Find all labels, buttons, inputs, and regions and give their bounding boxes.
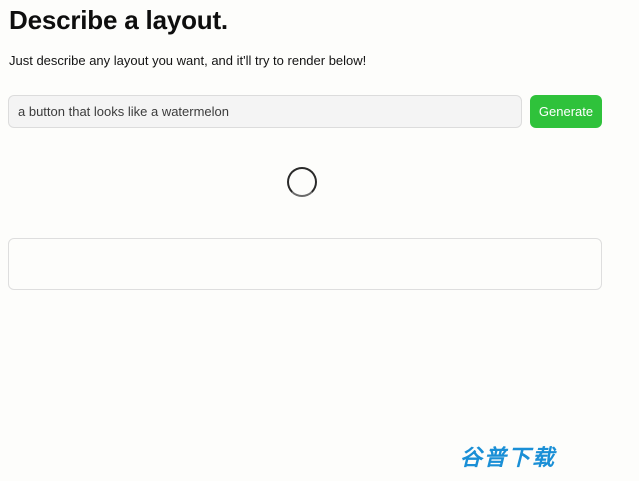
render-output-area	[8, 238, 602, 290]
loading-spinner-icon	[287, 167, 317, 197]
generate-button[interactable]: Generate	[530, 95, 602, 128]
layout-description-input[interactable]	[8, 95, 522, 128]
page-subtitle: Just describe any layout you want, and i…	[9, 53, 367, 68]
page-title: Describe a layout.	[9, 5, 228, 35]
watermark-logo: 谷普下载	[460, 446, 557, 471]
